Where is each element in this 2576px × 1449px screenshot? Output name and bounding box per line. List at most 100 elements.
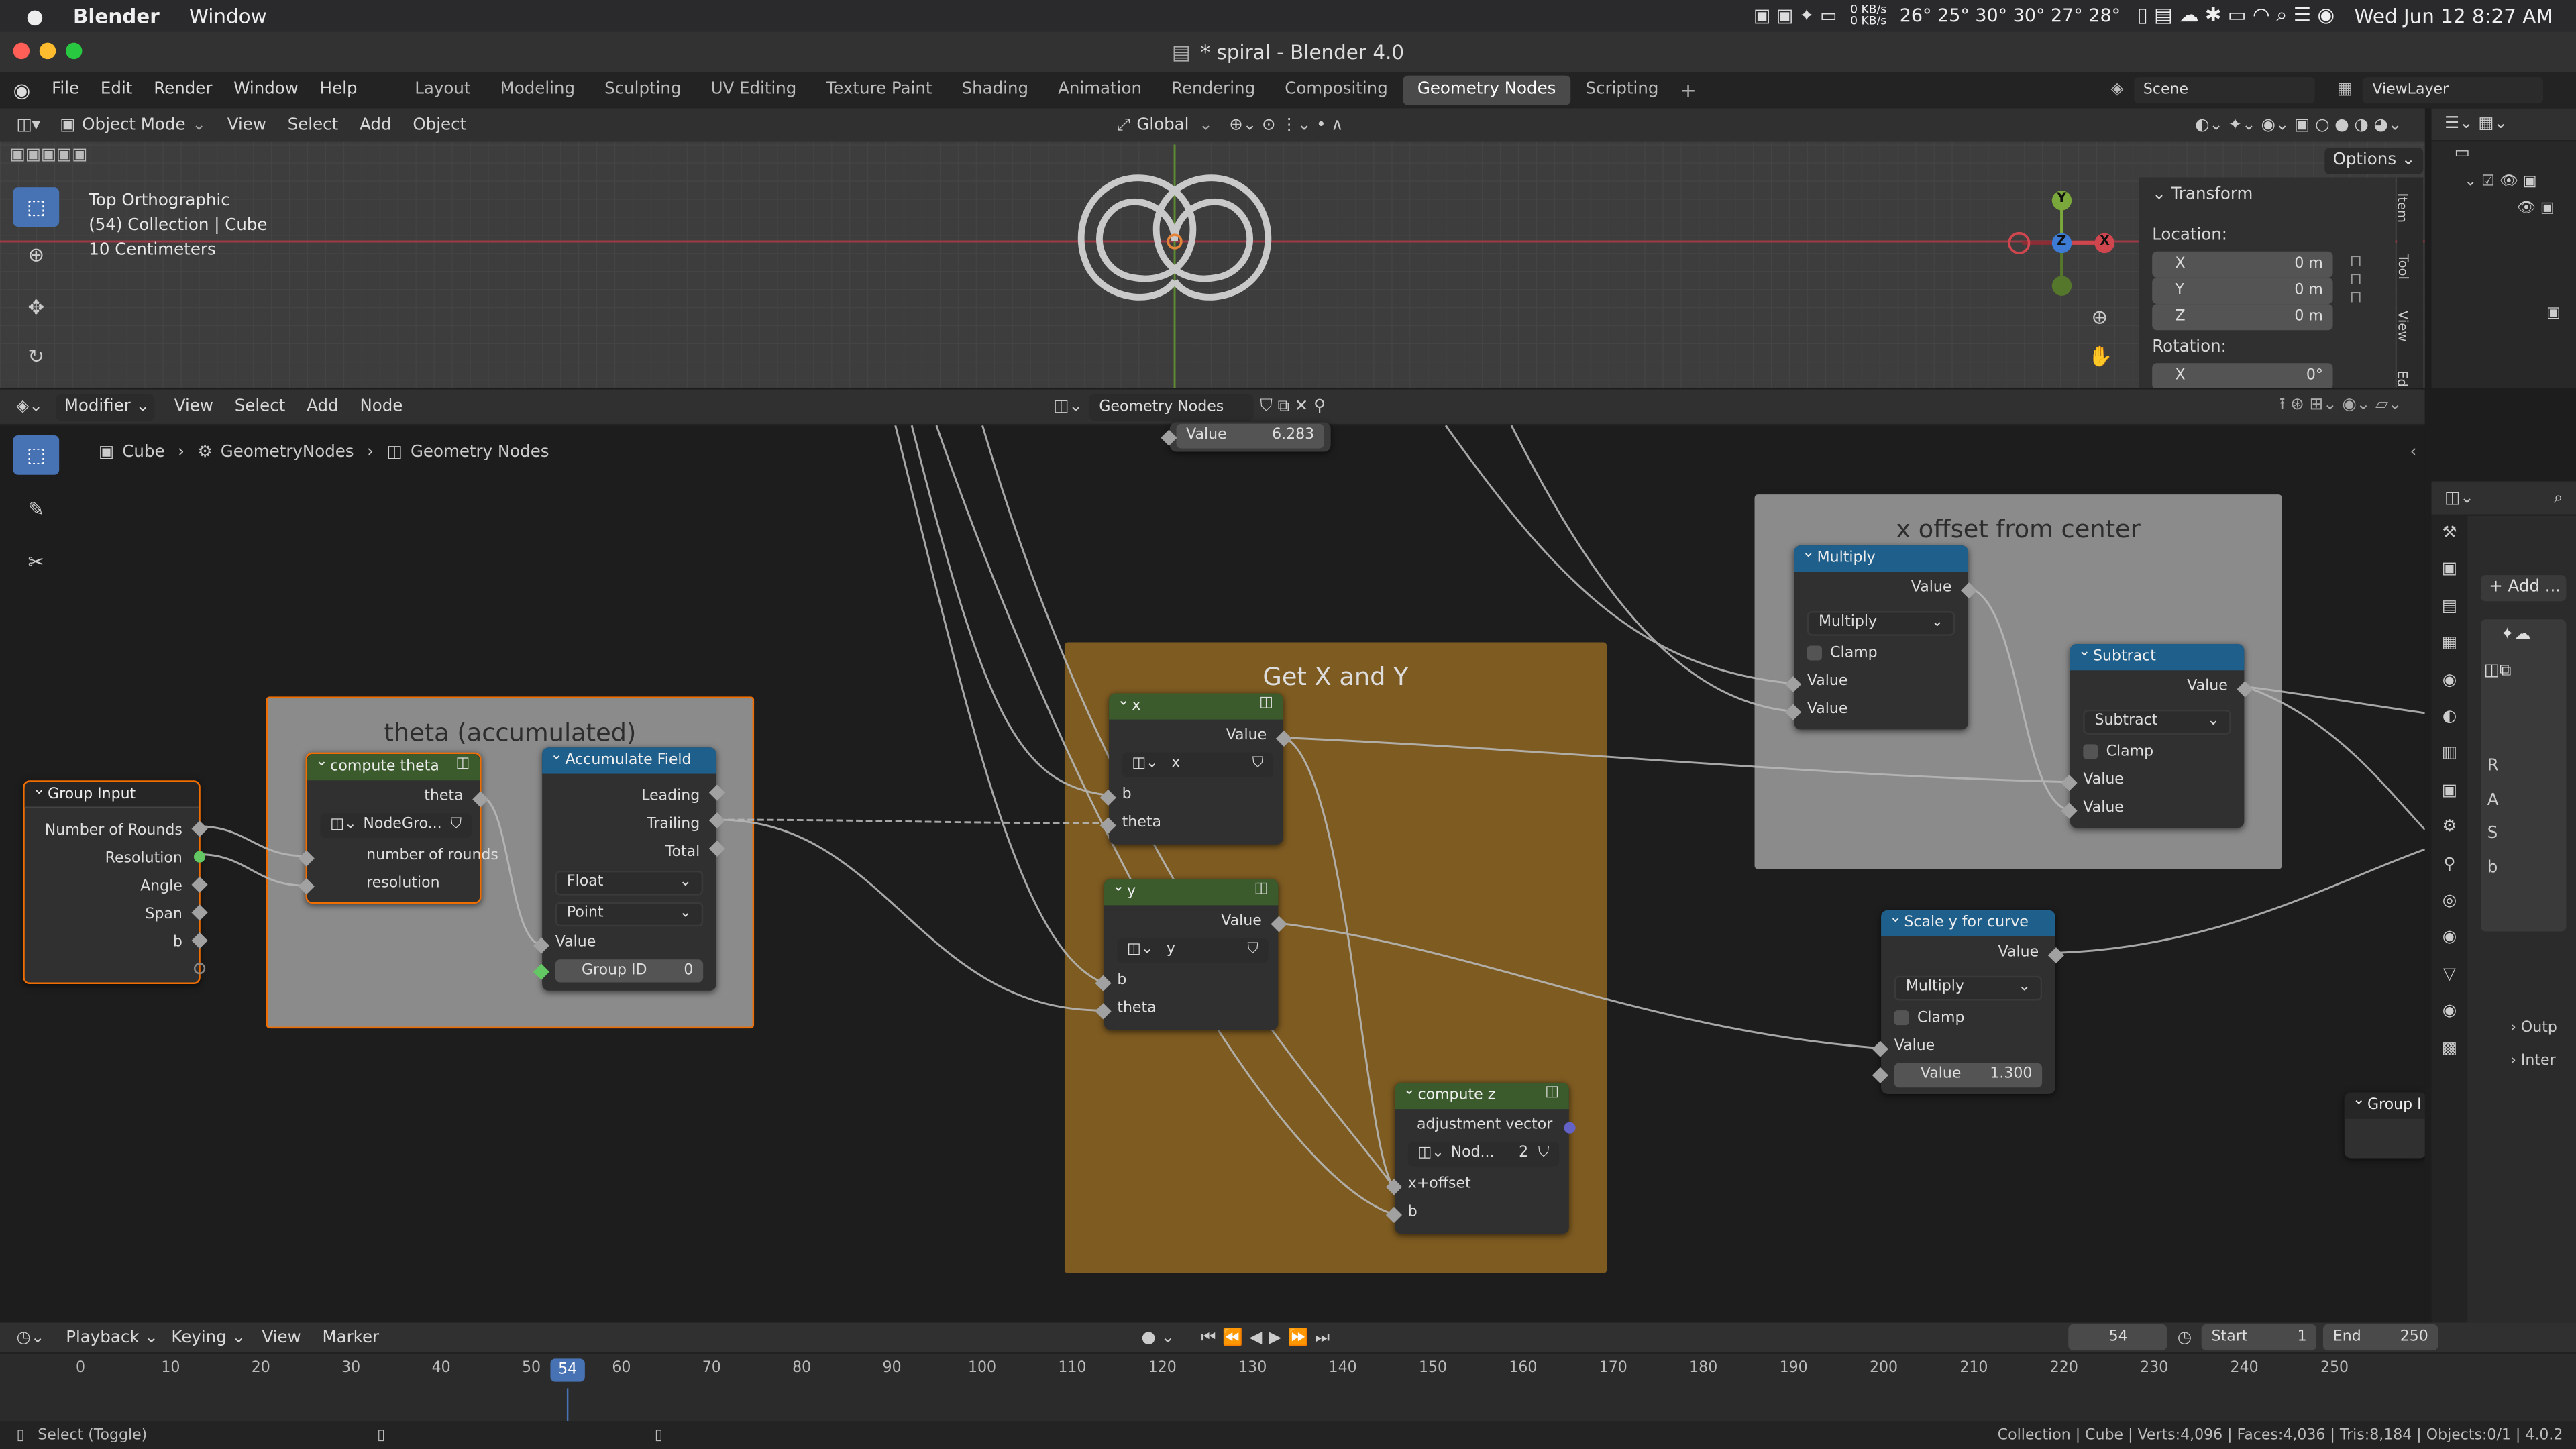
properties-editor-icon[interactable]: ◫⌄ <box>2445 489 2474 507</box>
node-subtract[interactable]: Subtract Value Subtract⌄ Clamp Value Val… <box>2061 639 2253 828</box>
outliner-filter-icon[interactable]: ▭ <box>2455 145 2470 163</box>
select-mode-icons[interactable]: ▣▣▣▣▣ <box>10 146 88 164</box>
tab-tool[interactable]: Tool <box>2396 254 2410 280</box>
orientation-dropdown[interactable]: ⤢ Global ⌄ <box>1117 116 1213 134</box>
tab-texture-paint[interactable]: Texture Paint <box>811 74 947 104</box>
viewlayer-selector[interactable]: ViewLayer <box>2362 76 2544 103</box>
accumulate-type-dropdown[interactable]: Float ⌄ <box>555 870 704 896</box>
tab-modeling[interactable]: Modeling <box>486 74 590 104</box>
timeline-menu-keying[interactable]: Keying ⌄ <box>171 1328 246 1346</box>
add-modifier-button[interactable]: + Add ... <box>2480 575 2567 602</box>
menu-help[interactable]: Help <box>320 80 358 99</box>
rotate-tool-icon[interactable]: ↻ <box>25 345 48 368</box>
tab-scripting[interactable]: Scripting <box>1570 74 1673 104</box>
apple-icon[interactable]: ● <box>26 4 44 27</box>
node-y[interactable]: y ◫ Value ◫⌄y⛉ b theta <box>1095 874 1287 1030</box>
editor-type-icon[interactable]: ◫▾ <box>16 116 40 134</box>
scene-icon[interactable]: ◈ <box>2111 80 2124 99</box>
camera-icon[interactable]: ▣ <box>2546 306 2561 322</box>
end-frame-field[interactable]: End 250 <box>2323 1324 2438 1351</box>
node-group-output[interactable]: Group I <box>2344 1087 2425 1159</box>
select-box-tool-icon[interactable]: ⬚ <box>13 187 60 227</box>
subtract-clamp-checkbox[interactable]: Clamp <box>2083 744 2153 761</box>
location-y-field[interactable]: Y0 m <box>2152 277 2333 305</box>
scale-y-value-field[interactable]: Value 1.300 <box>1894 1063 2043 1088</box>
timeline-menu-marker[interactable]: Marker <box>322 1328 379 1346</box>
viewport-menu-add[interactable]: Add <box>360 116 391 134</box>
socket[interactable] <box>193 963 206 975</box>
viewport-menu-view[interactable]: View <box>227 116 266 134</box>
compute-z-group-selector[interactable]: ◫⌄ Nod... 2 ⛉ <box>1407 1142 1560 1167</box>
transform-panel-header[interactable]: ⌄ Transform <box>2152 186 2253 204</box>
outliner-editor-icon[interactable]: ☰⌄ ▦⌄ <box>2445 115 2508 133</box>
tab-sculpting[interactable]: Sculpting <box>590 74 696 104</box>
node-compute-z[interactable]: compute z ◫ adjustment vector ◫⌄Nod...2⛉… <box>1385 1078 1576 1234</box>
menu-window[interactable]: Window <box>233 80 299 99</box>
menu-edit[interactable]: Edit <box>101 80 132 99</box>
node-group-input[interactable]: Group Input Number of Rounds Resolution … <box>23 777 208 984</box>
zoom-icon[interactable]: ⊕ <box>2088 306 2111 329</box>
node-editor[interactable]: ◈⌄ Modifier ⌄ View Select Add Node ◫⌄ Ge… <box>0 389 2425 1323</box>
node-value-top[interactable]: Value 6.283 <box>1161 422 1331 452</box>
socket[interactable] <box>193 851 206 863</box>
outliner-collection-row[interactable]: ⌄ ☑ 👁 ▣ <box>2464 174 2536 191</box>
multiply-clamp-checkbox[interactable]: Clamp <box>1807 645 1878 662</box>
properties-tabs[interactable]: ⚒ ▣ ▤ ▦ ◉ ◐ ▥ ▣ ⚙ ⚲ ◎ ◉ ▽ ◉ ▩ <box>2431 515 2468 1323</box>
sidebar-toggle-icon[interactable]: ‹ <box>2410 443 2417 462</box>
playback-controls[interactable]: ⏮⏪◀▶⏩⏭ <box>1201 1328 1336 1346</box>
options-dropdown[interactable]: Options ⌄ <box>2324 148 2424 174</box>
pan-hand-icon[interactable]: ✋ <box>2088 345 2113 368</box>
compute-theta-group-selector[interactable]: ◫⌄ NodeGro... ⛉ <box>320 813 472 838</box>
window-menu[interactable]: Window <box>189 4 267 27</box>
location-x-field[interactable]: X0 m <box>2152 251 2333 278</box>
subtract-op-dropdown[interactable]: Subtract ⌄ <box>2083 709 2231 735</box>
group-id-field[interactable]: Group ID 0 <box>555 959 704 983</box>
viewport-3d[interactable]: ◫▾ ▣ Object Mode ⌄ View Select Add Object … <box>0 108 2425 388</box>
tab-uv-editing[interactable]: UV Editing <box>696 74 812 104</box>
node-accumulate-field[interactable]: Accumulate Field LeadingTrailingTotal Fl… <box>533 743 726 991</box>
navigation-gizmo[interactable]: Y Z X <box>2001 187 2126 302</box>
outputs-panel[interactable]: › Outp <box>2510 1020 2557 1036</box>
object-mode-dropdown[interactable]: ▣ Object Mode ⌄ <box>60 116 206 134</box>
node-multiply[interactable]: Multiply Value Multiply⌄ Clamp Value Val… <box>1784 541 1978 730</box>
start-frame-field[interactable]: Start 1 <box>2201 1324 2317 1351</box>
x-group-selector[interactable]: ◫⌄ x ⛉ <box>1122 752 1273 777</box>
tab-compositing[interactable]: Compositing <box>1270 74 1403 104</box>
location-z-field[interactable]: Z0 m <box>2152 304 2333 331</box>
playhead[interactable]: 54 <box>550 1358 585 1382</box>
shading-icons[interactable]: ◐⌄ ✦⌄ ◉⌄ ▣ ○ ● ◑ ◕⌄ <box>2195 116 2402 134</box>
y-group-selector[interactable]: ◫⌄ y ⛉ <box>1117 938 1269 963</box>
tab-layout[interactable]: Layout <box>400 74 485 104</box>
blender-logo-icon[interactable]: ◉ <box>13 78 31 101</box>
modifier-icons[interactable]: ✦☁ <box>2500 626 2530 644</box>
scale-y-op-dropdown[interactable]: Multiply ⌄ <box>1894 975 2043 1001</box>
accumulate-domain-dropdown[interactable]: Point ⌄ <box>555 902 704 927</box>
tab-shading[interactable]: Shading <box>947 74 1044 104</box>
close-window-button[interactable] <box>13 42 30 60</box>
viewport-menu-object[interactable]: Object <box>413 116 466 134</box>
zoom-window-button[interactable] <box>65 42 83 60</box>
clock-icon[interactable]: ◷ <box>2178 1328 2192 1346</box>
node-x[interactable]: x ◫ Value ◫⌄x⛉ b theta <box>1099 688 1293 845</box>
tab-geometry-nodes[interactable]: Geometry Nodes <box>1402 74 1571 105</box>
current-frame-field[interactable]: 54 <box>2069 1324 2168 1351</box>
tab-animation[interactable]: Animation <box>1043 74 1157 104</box>
menu-render[interactable]: Render <box>154 80 212 99</box>
cursor-tool-icon[interactable]: ⊕ <box>25 243 48 266</box>
tab-rendering[interactable]: Rendering <box>1157 74 1270 104</box>
timeline[interactable]: ◷⌄ Playback ⌄ Keying ⌄ View Marker ● ⌄ ⏮… <box>0 1322 2576 1421</box>
properties-search-icon[interactable]: ⌕ <box>2554 489 2563 507</box>
outliner-cube-row[interactable]: 👁 ▣ <box>2517 201 2555 217</box>
node-scale-y[interactable]: Scale y for curve Value Multiply⌄ Clamp … <box>1872 905 2065 1095</box>
timeline-menu-playback[interactable]: Playback ⌄ <box>66 1328 158 1346</box>
modifier-row-icons[interactable]: ◫⧉ <box>2484 662 2512 680</box>
tab-view[interactable]: View <box>2396 311 2410 341</box>
multiply-op-dropdown[interactable]: Multiply ⌄ <box>1807 611 1955 636</box>
scale-y-clamp-checkbox[interactable]: Clamp <box>1894 1010 1964 1027</box>
lock-icon[interactable]: ⊓ ⊓ ⊓ <box>2349 253 2362 307</box>
menu-file[interactable]: File <box>52 80 79 99</box>
socket[interactable] <box>1564 1122 1576 1134</box>
tab-edit[interactable]: Ed <box>2395 370 2410 387</box>
timeline-editor-icon[interactable]: ◷⌄ <box>16 1328 44 1346</box>
scene-selector[interactable]: Scene <box>2133 76 2314 103</box>
